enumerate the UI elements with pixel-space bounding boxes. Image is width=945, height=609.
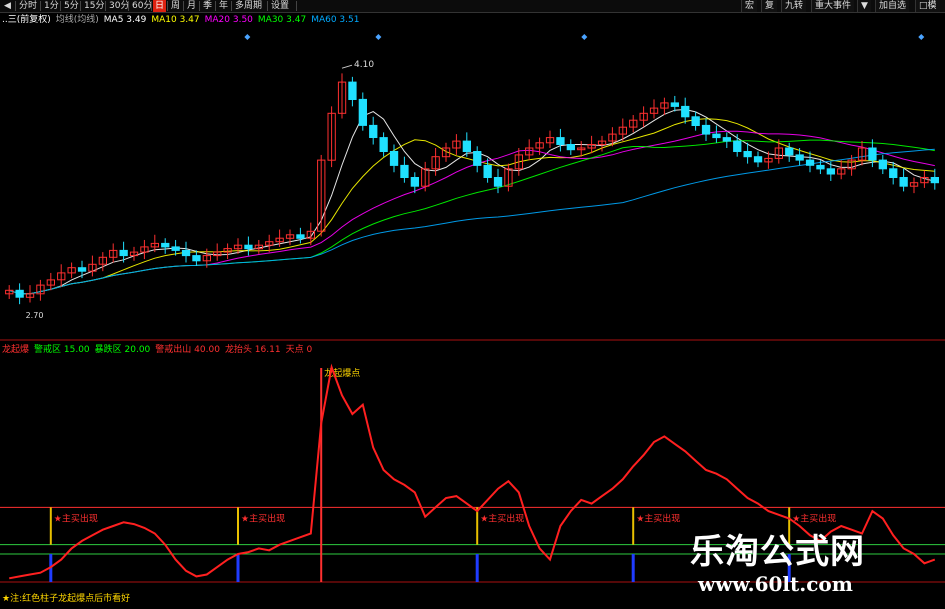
signal-label-0: ★主买出现 bbox=[54, 512, 98, 524]
candle-body bbox=[691, 116, 700, 127]
candle-body bbox=[733, 140, 742, 153]
candle-body bbox=[795, 154, 804, 161]
watermark: 乐淘公式网 www.60lt.com bbox=[680, 520, 945, 609]
candle-body bbox=[483, 164, 492, 178]
candle-body bbox=[681, 105, 690, 118]
low-price-label: 2.70 bbox=[26, 311, 44, 320]
watermark-title: 乐淘公式网 bbox=[690, 532, 865, 572]
ma60-line bbox=[9, 148, 935, 295]
candle-body bbox=[369, 124, 378, 139]
candle-body bbox=[244, 244, 253, 250]
candle-body bbox=[119, 249, 128, 257]
kline-chart[interactable]: 4.102.70★主买出现 ★主买出现 ★主买出现 ★主买出现 ★主买出现龙起爆点 bbox=[0, 0, 945, 609]
event-marker-0 bbox=[244, 34, 251, 40]
signal-bar-3 bbox=[631, 554, 635, 582]
peak-price-label: 4.10 bbox=[354, 60, 374, 70]
peak-pointer bbox=[341, 64, 353, 69]
candle-body bbox=[358, 98, 368, 126]
signal-bar-2 bbox=[475, 554, 479, 582]
candle-body bbox=[171, 246, 180, 251]
candle-body bbox=[805, 159, 815, 166]
bottom-note: ★注:红色柱子龙起爆点后市看好 bbox=[2, 594, 131, 604]
candle-body bbox=[493, 177, 503, 187]
candle-body bbox=[868, 147, 877, 161]
candle-body bbox=[670, 102, 680, 107]
ma30-line bbox=[9, 139, 935, 295]
candle-body bbox=[379, 137, 388, 153]
signal-label-2: ★主买出现 bbox=[480, 512, 524, 524]
candle-body bbox=[826, 168, 836, 175]
candle-body bbox=[77, 267, 87, 272]
event-marker-3 bbox=[918, 34, 925, 40]
candle-body bbox=[400, 164, 409, 178]
candle-body bbox=[389, 151, 399, 166]
candle-body bbox=[181, 249, 191, 257]
candle-body bbox=[701, 124, 711, 135]
candle-body bbox=[753, 156, 763, 163]
candle-body bbox=[410, 177, 420, 187]
candle-body bbox=[473, 151, 482, 166]
candle-body bbox=[899, 177, 908, 187]
candle-body bbox=[889, 168, 898, 179]
candle-body bbox=[192, 255, 201, 262]
candle-body bbox=[161, 242, 170, 248]
candle-body bbox=[348, 81, 357, 100]
candle-body bbox=[743, 151, 752, 158]
candle-body bbox=[462, 140, 472, 153]
candle-body bbox=[878, 159, 888, 170]
candle-body bbox=[15, 289, 24, 298]
candle-body bbox=[296, 234, 305, 239]
ma10-line bbox=[9, 118, 935, 295]
event-marker-1 bbox=[375, 34, 382, 40]
candle-body bbox=[566, 144, 576, 151]
signal-label-1: ★主买出现 bbox=[241, 512, 285, 524]
candle-body bbox=[722, 137, 732, 142]
ma5-line bbox=[9, 108, 935, 295]
signal-bar-1 bbox=[236, 554, 240, 582]
event-marker-2 bbox=[581, 34, 588, 40]
candle-body bbox=[816, 164, 825, 170]
candle-body bbox=[930, 177, 940, 184]
candle-body bbox=[785, 147, 794, 156]
candle-body bbox=[712, 133, 721, 139]
signal-label-3: ★主买出现 bbox=[636, 512, 680, 524]
candle-body bbox=[556, 137, 565, 146]
breakout-bar bbox=[320, 368, 323, 582]
watermark-url: www.60lt.com bbox=[698, 572, 853, 596]
